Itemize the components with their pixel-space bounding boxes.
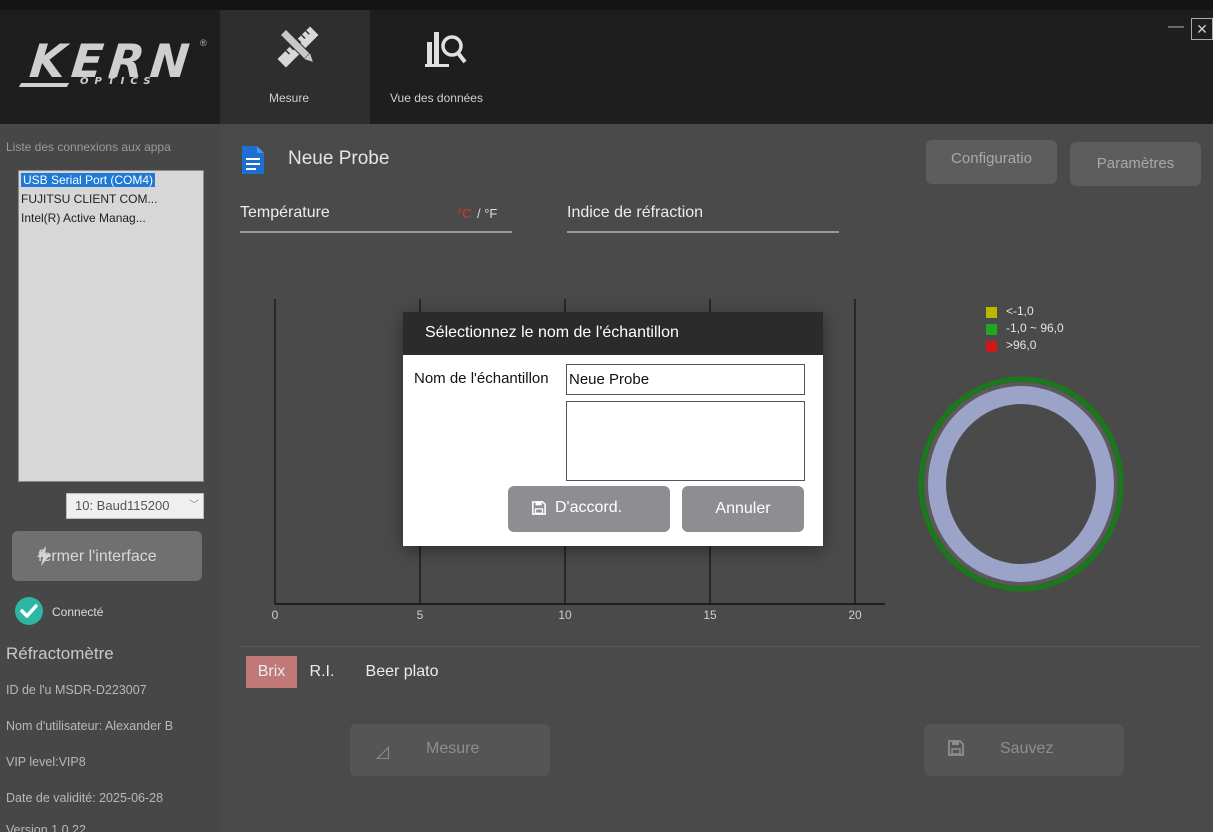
ok-button[interactable]: D'accord.	[508, 486, 670, 532]
dialog-title: Sélectionnez le nom de l'échantillon	[425, 324, 679, 341]
sample-note-textarea[interactable]	[566, 401, 805, 481]
triangle-ruler-icon: ◿	[376, 742, 390, 761]
unit-tab-ri[interactable]: R.I.	[304, 656, 340, 688]
top-nav: Mesure Vue des données — ✕	[220, 10, 1213, 124]
device-item-label: Intel(R) Active Manag...	[21, 211, 146, 225]
logo-registered-mark: ®	[200, 38, 207, 48]
close-interface-label: fermer l'interface	[38, 548, 157, 565]
status-ring-gauge	[918, 376, 1124, 592]
parameters-button[interactable]: Paramètres	[1070, 142, 1201, 186]
chevron-down-icon: ﹀	[189, 500, 199, 511]
dialog-header: Sélectionnez le nom de l'échantillon	[403, 312, 823, 355]
device-item-fujitsu[interactable]: FUJITSU CLIENT COM...	[19, 190, 203, 209]
ruler-pencil-icon	[277, 26, 319, 68]
sample-name: Neue Probe	[288, 148, 390, 169]
baud-rate-value: 10: Baud115200	[75, 498, 170, 513]
save-button[interactable]: Sauvez	[924, 724, 1124, 776]
device-item-label: FUJITSU CLIENT COM...	[21, 192, 158, 206]
document-icon	[242, 146, 264, 174]
minimize-button[interactable]: —	[1168, 18, 1184, 36]
unit-tab-brix[interactable]: Brix	[246, 656, 297, 688]
refraction-index-label: Indice de réfraction	[567, 204, 704, 221]
window-top-strip	[0, 0, 1213, 10]
device-id: ID de l'u MSDR-D223007	[6, 683, 147, 697]
legend-label: -1,0 ~ 96,0	[1006, 321, 1064, 335]
legend-swatch-low	[986, 307, 997, 318]
tab-measure[interactable]: Mesure	[220, 10, 370, 124]
tab-data-view[interactable]: Vue des données	[370, 10, 520, 124]
temperature-field-underline	[240, 231, 512, 233]
floppy-disk-icon	[948, 740, 964, 756]
tab-measure-label: Mesure	[269, 91, 310, 105]
device-type: Réfractomètre	[6, 644, 114, 663]
connections-title: Liste des connexions aux appa	[6, 140, 171, 154]
save-button-label: Sauvez	[1000, 740, 1054, 757]
x-tick-label: 5	[417, 608, 424, 622]
device-item-com4[interactable]: USB Serial Port (COM4)	[19, 171, 203, 190]
legend-label: >96,0	[1006, 338, 1037, 352]
device-item-label: USB Serial Port (COM4)	[21, 173, 156, 187]
chart-magnifier-icon	[425, 32, 467, 67]
temperature-label: Température	[240, 204, 330, 221]
device-list[interactable]: USB Serial Port (COM4) FUJITSU CLIENT CO…	[18, 170, 204, 482]
fahrenheit-toggle[interactable]: / °F	[477, 206, 497, 221]
cancel-button[interactable]: Annuler	[682, 486, 804, 532]
app-version: Version 1.0.22	[6, 823, 86, 832]
checkmark-icon	[15, 597, 43, 625]
app-window: KERN ® OPTICS Liste des connexions aux a…	[0, 0, 1213, 832]
sample-name-label: Nom de l'échantillon	[414, 370, 549, 387]
baud-rate-select[interactable]: 10: Baud115200 ﹀	[66, 493, 204, 519]
unit-tab-beer-plato[interactable]: Beer plato	[356, 656, 448, 688]
sample-name-input[interactable]	[566, 364, 805, 395]
x-tick-label: 10	[558, 608, 572, 622]
measure-button-label: Mesure	[426, 740, 480, 757]
logo: KERN ® OPTICS	[0, 10, 220, 124]
floppy-disk-icon	[532, 501, 546, 515]
user-name: Nom d'utilisateur: Alexander B	[6, 719, 174, 733]
close-interface-button[interactable]: fermer l'interface	[12, 531, 202, 581]
celsius-toggle[interactable]: °C	[457, 206, 472, 221]
vip-level: VIP level:VIP8	[6, 755, 86, 769]
logo-subtitle: OPTICS	[80, 76, 157, 87]
x-tick-label: 15	[703, 608, 717, 622]
validity-date: Date de validité: 2025-06-28	[6, 791, 164, 805]
legend-swatch-mid	[986, 324, 997, 335]
sidebar: KERN ® OPTICS Liste des connexions aux a…	[0, 10, 220, 832]
x-tick-label: 0	[272, 608, 279, 622]
tab-data-view-label: Vue des données	[390, 91, 483, 105]
connection-status: Connecté	[52, 605, 104, 619]
configuration-button[interactable]: Configuratio	[926, 140, 1057, 184]
legend-label: <-1,0	[1006, 304, 1034, 318]
divider	[240, 646, 1200, 647]
close-window-button[interactable]: ✕	[1191, 18, 1213, 40]
ok-button-label: D'accord.	[555, 499, 623, 516]
measure-button[interactable]: ◿ Mesure	[350, 724, 550, 776]
sample-name-dialog: Sélectionnez le nom de l'échantillon Nom…	[403, 312, 823, 546]
device-item-intel[interactable]: Intel(R) Active Manag...	[19, 209, 203, 228]
refraction-field-underline	[567, 231, 839, 233]
logo-bar	[18, 83, 70, 87]
x-tick-label: 20	[848, 608, 862, 622]
legend-swatch-high	[986, 341, 997, 352]
